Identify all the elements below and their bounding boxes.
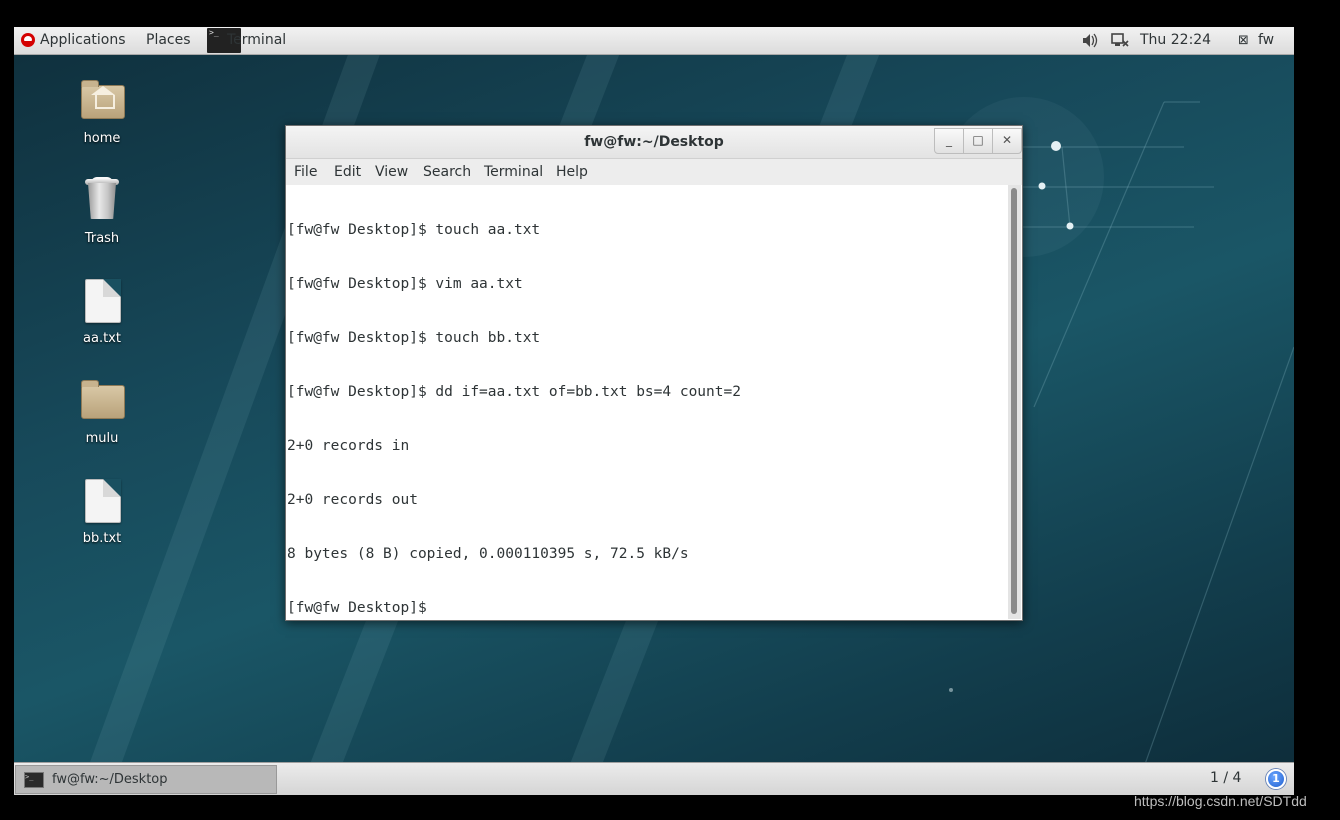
window-title: fw@fw:~/Desktop (584, 134, 724, 150)
places-menu[interactable]: Places (140, 27, 197, 54)
user-menu[interactable]: ⊠ fw (1238, 27, 1274, 54)
taskbar-window-button[interactable]: >_ fw@fw:~/Desktop (15, 765, 277, 794)
terminal-line: [fw@fw Desktop]$ dd if=aa.txt of=bb.txt … (287, 384, 741, 400)
trash-icon (79, 177, 125, 223)
scrollbar[interactable] (1008, 185, 1021, 619)
terminal-line: [fw@fw Desktop]$ touch bb.txt (287, 330, 541, 346)
desktop-icon-label: bb.txt (82, 531, 122, 546)
terminal-window[interactable]: fw@fw:~/Desktop _ □ ✕ File Edit View Sea… (285, 125, 1023, 621)
applications-menu[interactable]: Applications (18, 27, 132, 54)
text-file-icon (85, 279, 121, 323)
terminal-prompt-line: [fw@fw Desktop]$ (287, 600, 436, 616)
terminal-line: 2+0 records out (287, 492, 418, 508)
minimize-button[interactable]: _ (934, 128, 964, 154)
redhat-logo-icon (21, 33, 35, 47)
active-app-menu[interactable]: >_ Terminal (207, 27, 297, 54)
terminal-icon: >_ (24, 772, 44, 788)
menu-view[interactable]: View (375, 164, 408, 180)
applications-label: Applications (40, 32, 126, 48)
watermark: https://blog.csdn.net/SDTdd (1134, 793, 1307, 809)
terminal-line: 8 bytes (8 B) copied, 0.000110395 s, 72.… (287, 546, 689, 562)
volume-icon[interactable] (1082, 27, 1100, 54)
menu-file[interactable]: File (294, 164, 317, 180)
taskbar-window-label: fw@fw:~/Desktop (52, 772, 168, 787)
desktop-icon-label: Trash (84, 231, 120, 246)
terminal-output[interactable]: [fw@fw Desktop]$ touch aa.txt [fw@fw Des… (286, 185, 1009, 619)
desktop-icon-mulu[interactable]: mulu (60, 377, 144, 446)
workspace-switcher[interactable]: 1 / 4 (1210, 770, 1241, 786)
user-status-icon: ⊠ (1238, 33, 1249, 48)
network-icon[interactable] (1111, 27, 1131, 54)
terminal-line: 2+0 records in (287, 438, 410, 454)
menu-terminal[interactable]: Terminal (484, 164, 543, 180)
menu-help[interactable]: Help (556, 164, 588, 180)
desktop-screen: Applications Places >_ Terminal Thu 22:2… (14, 27, 1294, 795)
scroll-thumb[interactable] (1011, 188, 1017, 614)
desktop-icon-aa-txt[interactable]: aa.txt (60, 277, 144, 346)
bottom-panel: >_ fw@fw:~/Desktop 1 / 4 1 (14, 762, 1294, 795)
menu-edit[interactable]: Edit (334, 164, 361, 180)
desktop-icon-label: home (83, 131, 121, 146)
user-label: fw (1258, 32, 1275, 48)
active-app-label: Terminal (227, 32, 287, 48)
terminal-line: [fw@fw Desktop]$ touch aa.txt (287, 222, 541, 238)
window-titlebar[interactable]: fw@fw:~/Desktop _ □ ✕ (286, 126, 1022, 159)
places-label: Places (146, 32, 191, 48)
close-button[interactable]: ✕ (992, 128, 1022, 154)
desktop-icon-label: mulu (85, 431, 119, 446)
text-file-icon (85, 479, 121, 523)
notification-badge[interactable]: 1 (1266, 769, 1286, 789)
clock[interactable]: Thu 22:24 (1140, 27, 1211, 54)
menu-search[interactable]: Search (423, 164, 471, 180)
desktop-icon-trash[interactable]: Trash (60, 177, 144, 246)
maximize-button[interactable]: □ (963, 128, 993, 154)
terminal-line: [fw@fw Desktop]$ vim aa.txt (287, 276, 523, 292)
top-panel: Applications Places >_ Terminal Thu 22:2… (14, 27, 1294, 55)
desktop-icon-home[interactable]: home (60, 77, 144, 146)
desktop-icon-label: aa.txt (83, 331, 121, 346)
desktop-icon-bb-txt[interactable]: bb.txt (60, 477, 144, 546)
folder-icon (81, 380, 125, 419)
menubar: File Edit View Search Terminal Help (286, 159, 1022, 185)
home-folder-icon (81, 80, 125, 119)
